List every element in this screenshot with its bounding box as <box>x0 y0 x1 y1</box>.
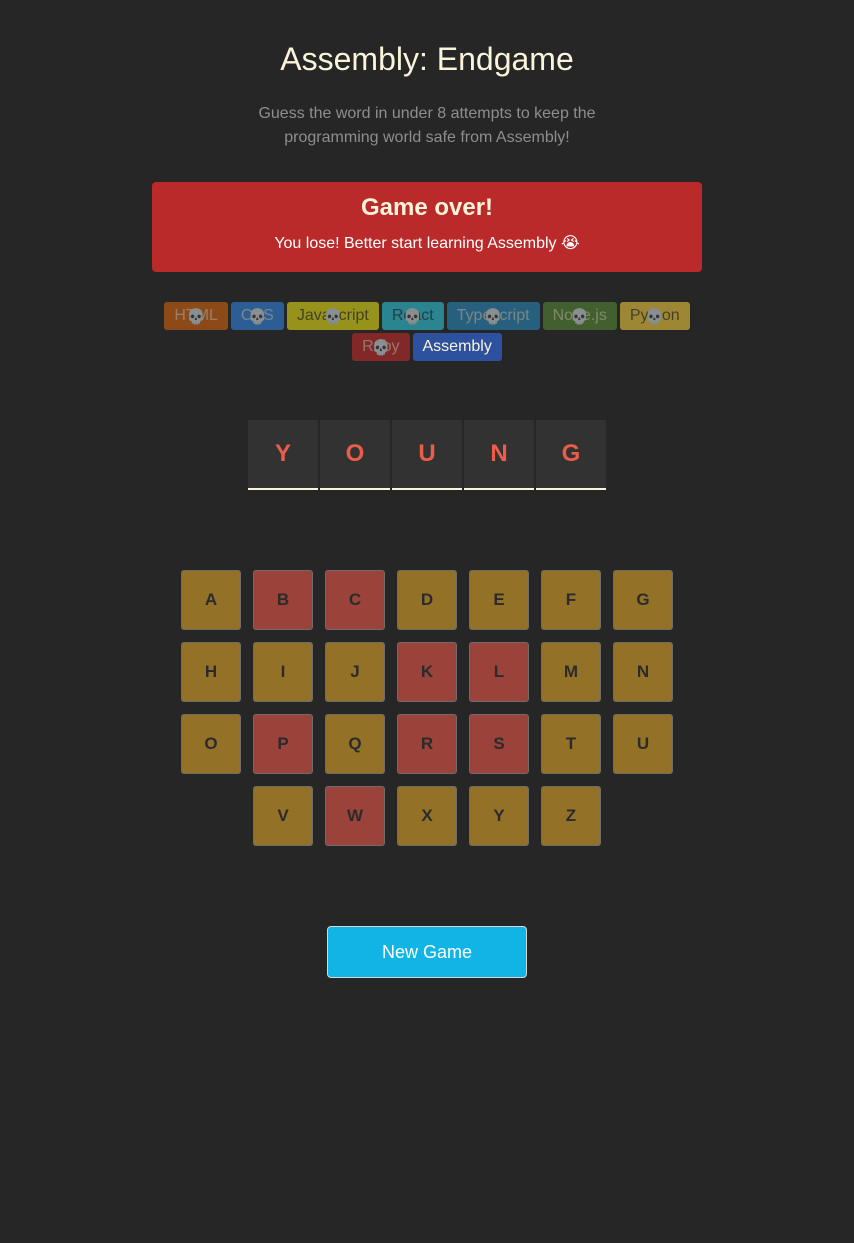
key-j[interactable]: J <box>325 642 385 702</box>
word-display: YOUNG <box>0 420 854 490</box>
skull-icon: 💀 <box>186 308 206 326</box>
key-a[interactable]: A <box>181 570 241 630</box>
key-e[interactable]: E <box>469 570 529 630</box>
key-u[interactable]: U <box>613 714 673 774</box>
word-letter: N <box>464 420 534 490</box>
key-q[interactable]: Q <box>325 714 385 774</box>
word-letter: Y <box>248 420 318 490</box>
key-p[interactable]: P <box>253 714 313 774</box>
keyboard: ABCDEFG HIJKLMN OPQRSTU VWXYZ <box>177 570 677 846</box>
game-status-banner: Game over! You lose! Better start learni… <box>152 182 702 272</box>
key-r[interactable]: R <box>397 714 457 774</box>
key-i[interactable]: I <box>253 642 313 702</box>
skull-icon: 💀 <box>483 308 503 326</box>
language-chip-label: Assembly <box>422 338 492 355</box>
word-letter: U <box>392 420 462 490</box>
new-game-button[interactable]: New Game <box>327 926 527 978</box>
key-y[interactable]: Y <box>469 786 529 846</box>
status-message: You lose! Better start learning Assembly… <box>274 235 580 252</box>
status-title: Game over! <box>360 194 494 221</box>
language-chip-assembly: Assembly <box>412 333 502 361</box>
page-subtitle: Guess the word in under 8 attempts to ke… <box>258 105 596 146</box>
language-chip-typescript: Typescript 💀 <box>446 302 540 330</box>
key-n[interactable]: N <box>613 642 673 702</box>
key-w[interactable]: W <box>325 786 385 846</box>
key-v[interactable]: V <box>253 786 313 846</box>
key-f[interactable]: F <box>541 570 601 630</box>
word-letter: O <box>320 420 390 490</box>
skull-icon: 💀 <box>570 308 590 326</box>
key-k[interactable]: K <box>397 642 457 702</box>
language-chip-html: HTML 💀 <box>164 302 228 330</box>
language-chip-python: Python 💀 <box>619 302 690 330</box>
language-chip-react: React 💀 <box>381 302 444 330</box>
language-chip-javascript: Javascript 💀 <box>286 302 379 330</box>
skull-icon: 💀 <box>371 339 391 357</box>
skull-icon: 💀 <box>323 308 343 326</box>
key-h[interactable]: H <box>181 642 241 702</box>
key-l[interactable]: L <box>469 642 529 702</box>
key-d[interactable]: D <box>397 570 457 630</box>
key-t[interactable]: T <box>541 714 601 774</box>
word-letter: G <box>536 420 606 490</box>
language-chips: HTML 💀 CSS 💀 Javascript 💀 React 💀 Typescript 💀 Nod… <box>147 302 707 361</box>
key-s[interactable]: S <box>469 714 529 774</box>
skull-icon: 💀 <box>248 308 267 326</box>
page-title: Assembly: Endgame <box>280 41 574 77</box>
skull-icon: 💀 <box>645 308 665 326</box>
key-x[interactable]: X <box>397 786 457 846</box>
language-chip-css: CSS 💀 <box>230 302 284 330</box>
skull-icon: 💀 <box>403 308 423 326</box>
key-o[interactable]: O <box>181 714 241 774</box>
key-b[interactable]: B <box>253 570 313 630</box>
language-chip-ruby: Ruby 💀 <box>352 333 410 361</box>
key-g[interactable]: G <box>613 570 673 630</box>
header: Assembly: Endgame Guess the word in unde… <box>0 0 854 150</box>
language-chip-node-js: Node.js 💀 <box>542 302 617 330</box>
key-z[interactable]: Z <box>541 786 601 846</box>
key-m[interactable]: M <box>541 642 601 702</box>
key-c[interactable]: C <box>325 570 385 630</box>
